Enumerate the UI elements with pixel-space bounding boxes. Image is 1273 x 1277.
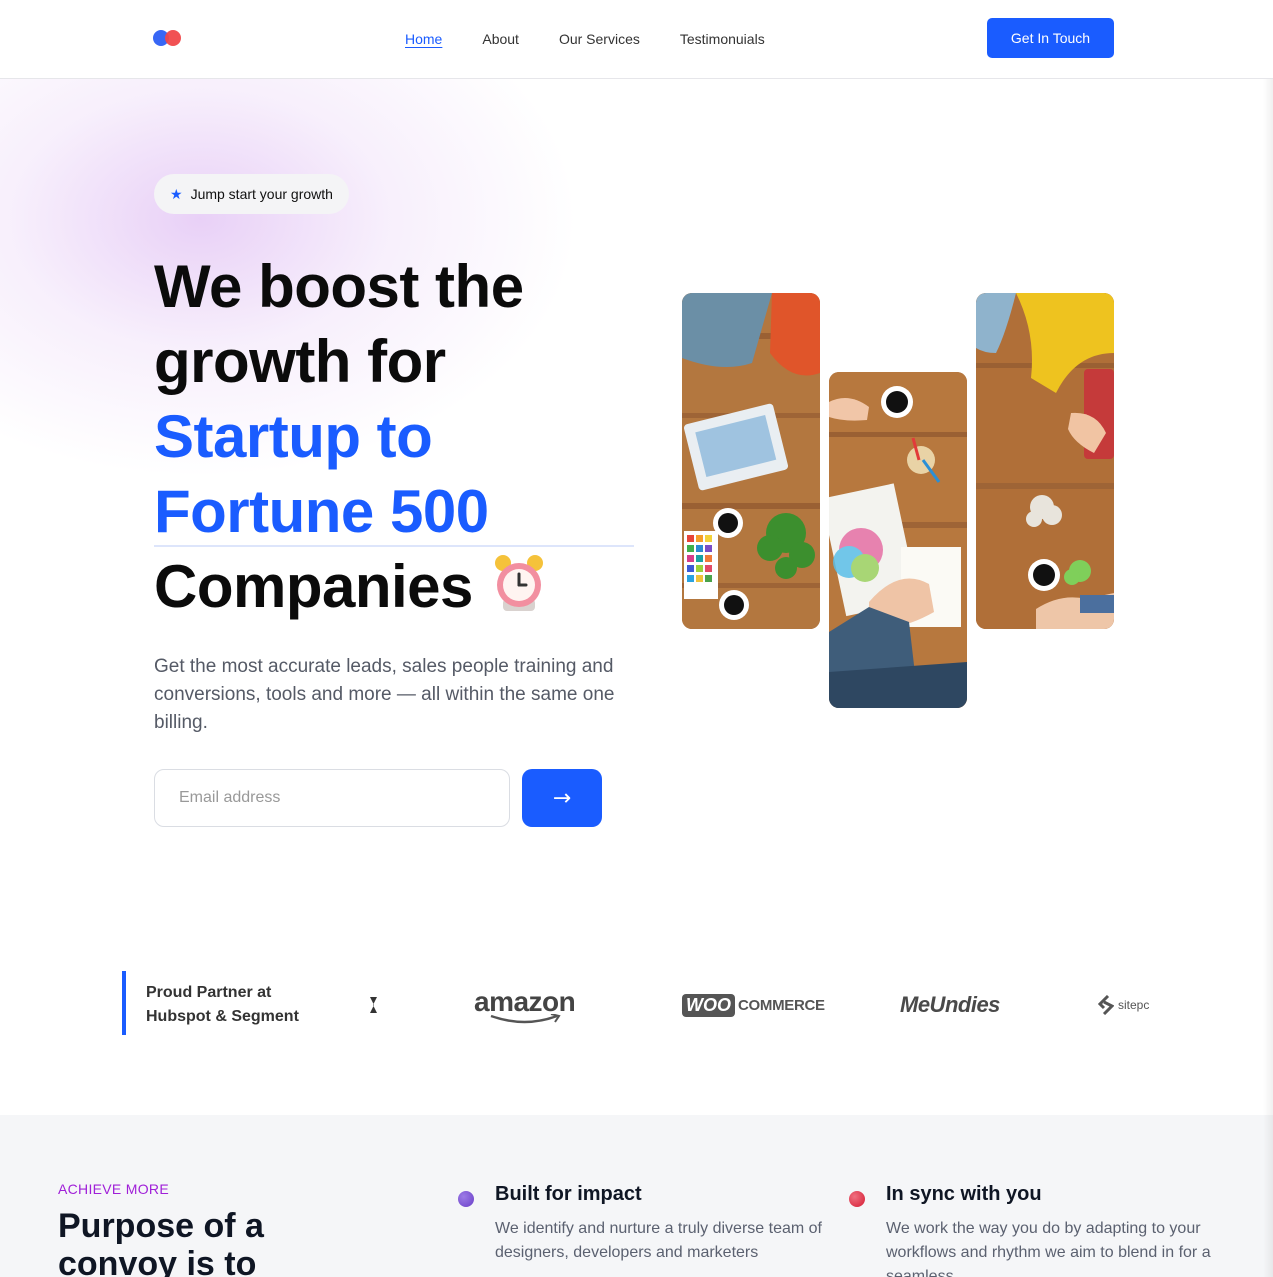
get-in-touch-button[interactable]: Get In Touch	[987, 18, 1114, 58]
email-input[interactable]	[154, 769, 510, 827]
nav-about-link[interactable]: About	[482, 30, 519, 48]
partner-logo-partial-icon	[370, 975, 382, 1035]
brand-logo[interactable]	[153, 30, 183, 46]
growth-badge: ★ Jump start your growth	[154, 174, 349, 214]
collage-photo-right	[976, 293, 1114, 629]
headline-line-1: We boost the	[154, 253, 524, 320]
headline-highlight-2: Fortune 500	[154, 478, 489, 545]
nav-home-link[interactable]: Home	[405, 30, 442, 48]
hero-subtext: Get the most accurate leads, sales peopl…	[154, 656, 615, 733]
nav-testimonials-link[interactable]: Testimonuials	[680, 30, 765, 48]
star-icon: ★	[170, 185, 183, 202]
viewport-edge-shadow	[1263, 0, 1273, 1277]
top-navbar: Home About Our Services Testimonuials Ge…	[0, 0, 1273, 79]
partner-logo-carousel: amazon WOO COMMERCE MeUndies sitepc	[360, 975, 1150, 1035]
hero-headline: We boost the growth for Startup to Fortu…	[154, 249, 644, 624]
feature-text: We work the way you do by adapting to yo…	[886, 1220, 1211, 1277]
partner-label-line-1: Proud Partner at	[146, 984, 272, 1001]
partner-label: Proud Partner at Hubspot & Segment	[146, 981, 336, 1029]
headline-highlight-1: Startup to	[154, 403, 433, 470]
partner-label-line-2: Hubspot & Segment	[146, 1008, 299, 1025]
feature-dot-red	[849, 1191, 865, 1207]
feature-title: Built for impact	[495, 1183, 642, 1205]
alarm-clock-icon	[491, 553, 547, 613]
hero-section: ★ Jump start your growth We boost the gr…	[0, 79, 1273, 1115]
collage-photo-left	[682, 293, 820, 629]
headline-line-2: growth for	[154, 328, 446, 395]
amazon-logo: amazon	[474, 975, 576, 1035]
logo-red-dot	[165, 30, 181, 46]
features-eyebrow: ACHIEVE MORE	[58, 1181, 169, 1197]
commerce-word: COMMERCE	[738, 996, 825, 1014]
woo-mark: WOO	[682, 993, 735, 1017]
growth-badge-text: Jump start your growth	[190, 186, 333, 202]
collage-photo-center	[829, 372, 967, 708]
headline-line-5: Companies	[154, 553, 473, 620]
meundies-logo: MeUndies	[900, 992, 1000, 1017]
feature-title: In sync with you	[886, 1183, 1042, 1205]
main-nav: Home About Our Services Testimonuials	[405, 30, 805, 48]
headline-underline	[154, 545, 634, 547]
features-title: Purpose of a convoy is to	[58, 1207, 264, 1277]
nav-services-link[interactable]: Our Services	[559, 30, 640, 48]
woocommerce-logo: WOO COMMERCE	[682, 975, 825, 1035]
features-section: ACHIEVE MORE Purpose of a convoy is to B…	[0, 1115, 1273, 1277]
feature-text: We identify and nurture a truly diverse …	[495, 1220, 822, 1261]
feature-dot-purple	[458, 1191, 474, 1207]
sitepoint-icon	[1098, 995, 1114, 1015]
sitepoint-logo: sitepc	[1098, 975, 1149, 1035]
sitepoint-text: sitepc	[1118, 998, 1150, 1012]
submit-email-button[interactable]: →	[522, 769, 602, 827]
partner-accent-bar	[122, 971, 126, 1035]
